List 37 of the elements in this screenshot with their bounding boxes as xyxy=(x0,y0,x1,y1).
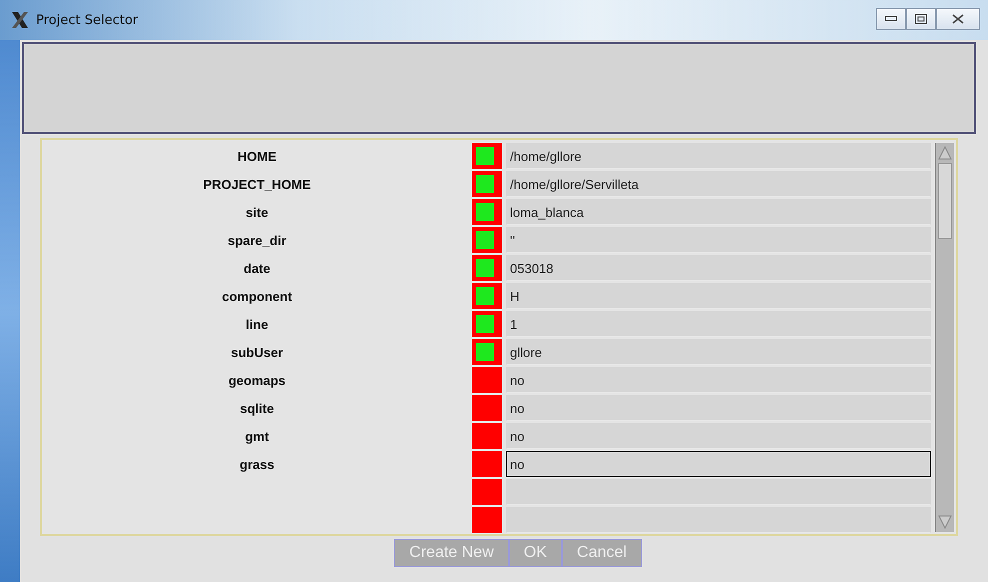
scroll-down-icon[interactable] xyxy=(938,514,952,530)
variable-name: subUser xyxy=(230,344,284,360)
variable-name: site xyxy=(246,204,268,220)
variable-name: PROJECT_HOME xyxy=(203,176,311,192)
maximize-icon xyxy=(915,14,927,24)
minimize-button[interactable] xyxy=(876,8,906,30)
scrollbar[interactable] xyxy=(935,143,954,532)
scroll-thumb[interactable] xyxy=(938,163,952,239)
variable-name: geomaps xyxy=(228,372,286,388)
value-field[interactable]: /home/gllore xyxy=(506,143,931,169)
value-field[interactable]: 053018 xyxy=(506,255,931,281)
variable-name: spare_dir xyxy=(228,232,286,248)
value-field[interactable]: 1 xyxy=(506,311,931,337)
variable-name: sqlite xyxy=(240,400,274,416)
value-field[interactable]: no xyxy=(506,451,931,477)
value-field[interactable]: gllore xyxy=(506,339,931,365)
x-logo-icon xyxy=(10,10,30,30)
value-field[interactable] xyxy=(506,507,931,533)
variable-name: component xyxy=(222,288,292,304)
value-field[interactable]: loma_blanca xyxy=(506,199,931,225)
value-field[interactable]: no xyxy=(506,423,931,449)
variable-name: gmt xyxy=(245,428,269,444)
value-field[interactable]: '' xyxy=(506,227,931,253)
value-field[interactable]: /home/gllore/Servilleta xyxy=(506,171,931,197)
variable-name: grass xyxy=(240,456,274,472)
window-title: Project Selector xyxy=(36,12,138,28)
close-button[interactable] xyxy=(936,8,980,30)
variable-name: date xyxy=(244,260,270,276)
scroll-up-icon[interactable] xyxy=(938,145,952,161)
maximize-button[interactable] xyxy=(906,8,936,30)
value-field[interactable]: no xyxy=(506,395,931,421)
variable-name: line xyxy=(246,316,268,332)
minimize-icon xyxy=(885,16,897,22)
value-field[interactable]: no xyxy=(506,367,931,393)
variable-name: HOME xyxy=(238,148,276,164)
value-field[interactable]: H xyxy=(506,283,931,309)
close-icon xyxy=(952,14,964,24)
